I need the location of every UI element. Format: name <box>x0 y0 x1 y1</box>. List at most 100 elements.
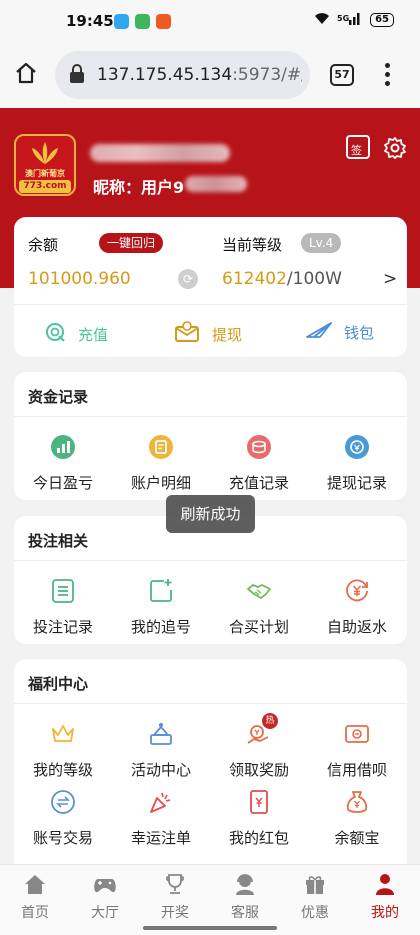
browser-home-icon[interactable] <box>14 61 38 89</box>
activity-center-item[interactable]: 活动中心 <box>112 721 210 780</box>
user-icon <box>373 874 397 899</box>
tab-home[interactable]: 首页 <box>0 873 70 922</box>
red-envelope-icon <box>246 789 272 815</box>
group-buy-item[interactable]: 合买计划 <box>210 578 308 637</box>
level-detail-arrow[interactable]: > <box>383 269 397 289</box>
self-rebate-item[interactable]: 自助返水 <box>308 578 406 637</box>
account-trade-label: 账号交易 <box>32 829 93 847</box>
balance-label: 余额 <box>28 236 59 254</box>
my-chase-label: 我的追号 <box>130 618 191 636</box>
withdraw-records-item[interactable]: 提现记录 <box>308 434 406 493</box>
deposit-records-label: 充值记录 <box>228 474 289 492</box>
tab-label: 客服 <box>231 905 259 921</box>
credit-loan-label: 信用借呗 <box>326 761 387 779</box>
account-detail-item[interactable]: 账户明细 <box>112 434 210 493</box>
tab-label: 首页 <box>21 905 49 921</box>
chart-icon <box>50 434 76 460</box>
url-text: 137.175.45.134:5973/#/ <box>97 65 302 85</box>
lock-icon <box>69 64 85 88</box>
tab-promotions[interactable]: 优惠 <box>280 873 350 922</box>
withdraw-button[interactable]: 提现 <box>174 321 242 347</box>
video-app-icon <box>156 14 171 29</box>
address-bar[interactable]: 137.175.45.134:5973/#/ <box>55 51 310 99</box>
daily-profit-label: 今日盈亏 <box>32 474 93 492</box>
gamepad-icon <box>92 879 118 899</box>
my-level-item[interactable]: 我的等级 <box>14 721 112 780</box>
bottom-tab-bar: 首页 大厅 开奖 客服 优惠 我的 <box>0 864 420 935</box>
divider <box>14 304 407 305</box>
bet-records-label: 投注记录 <box>32 618 93 636</box>
deposit-records-item[interactable]: 充值记录 <box>210 434 308 493</box>
wifi-icon <box>314 12 330 28</box>
gift-box-icon <box>303 876 327 899</box>
lotus-icon <box>16 140 74 170</box>
account-name-blurred <box>90 144 230 162</box>
home-icon <box>23 875 47 899</box>
balance-card: 余额 一键回归 当前等级 Lv.4 101000.960 ⟳ 612402/10… <box>14 217 407 357</box>
bet-records-item[interactable]: 投注记录 <box>14 578 112 637</box>
status-bar: 19:45 5G 65 <box>0 0 420 44</box>
exchange-icon <box>50 789 76 815</box>
tab-label: 大厅 <box>91 905 119 921</box>
daily-profit-item[interactable]: 今日盈亏 <box>14 434 112 493</box>
wallet-label: 钱包 <box>344 323 375 342</box>
handshake-icon <box>246 578 272 604</box>
tab-lottery-results[interactable]: 开奖 <box>140 873 210 922</box>
signal-icon: 5G <box>337 12 363 28</box>
level-progress: 612402/100W <box>222 269 342 289</box>
lucky-bet-label: 幸运注单 <box>130 829 191 847</box>
deposit-button[interactable]: 充值 <box>44 321 108 347</box>
my-level-label: 我的等级 <box>32 761 93 779</box>
browser-menu-icon[interactable] <box>385 63 391 90</box>
divider <box>14 416 407 417</box>
support-icon <box>233 874 257 899</box>
sign-in-button[interactable]: 签 <box>346 135 370 159</box>
account-detail-label: 账户明细 <box>130 474 191 492</box>
level-badge: Lv.4 <box>301 233 342 253</box>
betting-card: 投注相关 投注记录 我的追号 合买计划 自助返水 <box>14 516 407 644</box>
funds-records-card: 资金记录 今日盈亏 账户明细 充值记录 提现记录 <box>14 372 407 500</box>
logo-domain-text: 773.com <box>19 180 71 193</box>
reward-icon: 热 <box>246 713 278 747</box>
red-envelope-item[interactable]: 我的红包 <box>210 789 308 848</box>
withdraw-label: 提现 <box>212 325 243 344</box>
brand-logo: 澳门新葡京 773.com <box>14 134 76 196</box>
nickname-blurred <box>185 176 247 192</box>
my-chase-item[interactable]: 我的追号 <box>112 578 210 637</box>
tab-customer-service[interactable]: 客服 <box>210 873 280 922</box>
level-label: 当前等级 <box>222 236 283 254</box>
gesture-bar <box>143 926 277 930</box>
lucky-bet-item[interactable]: 幸运注单 <box>112 789 210 848</box>
tab-lobby[interactable]: 大厅 <box>70 873 140 922</box>
welfare-center-card: 福利中心 我的等级 活动中心 热 领取奖励 信用借呗 账号交易 幸运注单 我的红… <box>14 659 407 874</box>
group-buy-label: 合买计划 <box>228 618 289 636</box>
yen-return-icon <box>344 578 370 604</box>
browser-toolbar: 137.175.45.134:5973/#/ 57 <box>0 44 420 108</box>
section-title: 福利中心 <box>28 675 89 693</box>
receipt-icon <box>148 434 174 460</box>
crown-icon <box>50 721 76 747</box>
divider <box>14 560 407 561</box>
balance-value: 101000.960 <box>28 269 131 289</box>
tab-mine[interactable]: 我的 <box>350 873 420 922</box>
status-time: 19:45 <box>66 12 114 30</box>
self-rebate-label: 自助返水 <box>326 618 387 636</box>
recall-all-button[interactable]: 一键回归 <box>99 233 164 253</box>
add-doc-icon <box>148 578 174 604</box>
tab-count-button[interactable]: 57 <box>330 64 354 86</box>
tab-label: 我的 <box>371 905 399 921</box>
wallet-button[interactable]: 钱包 <box>306 321 374 343</box>
red-envelope-label: 我的红包 <box>228 829 289 847</box>
credit-loan-item[interactable]: 信用借呗 <box>308 721 406 780</box>
card-icon <box>344 721 370 747</box>
svg-text:5G: 5G <box>337 14 349 23</box>
section-title: 资金记录 <box>28 388 89 406</box>
wallet-plane-icon <box>306 321 332 343</box>
balance-treasure-item[interactable]: 余额宝 <box>308 789 406 848</box>
refresh-balance-icon[interactable]: ⟳ <box>178 269 198 289</box>
account-trade-item[interactable]: 账号交易 <box>14 789 112 848</box>
claim-reward-item[interactable]: 热 领取奖励 <box>210 713 308 780</box>
deposit-icon <box>44 321 66 347</box>
settings-gear-icon[interactable] <box>383 136 407 164</box>
coins-icon <box>246 434 272 460</box>
